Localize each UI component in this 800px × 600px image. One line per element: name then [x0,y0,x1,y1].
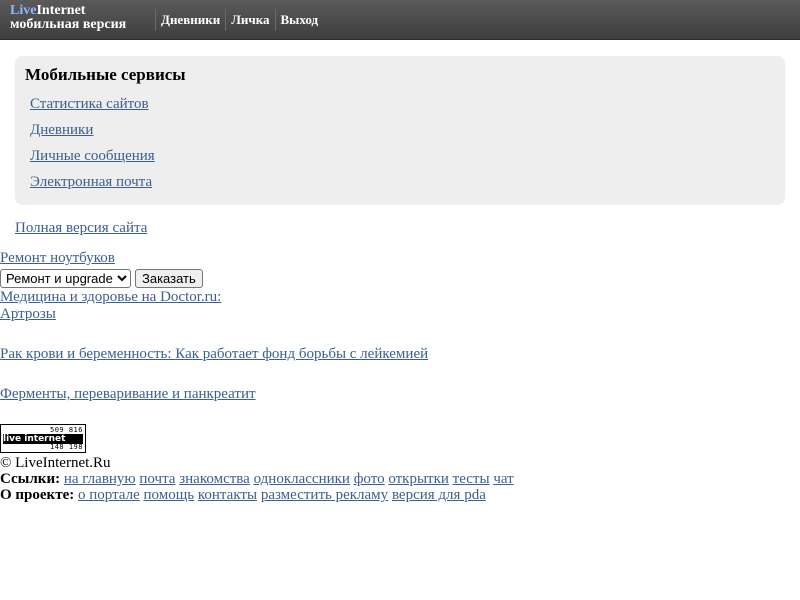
about-link-pda[interactable]: версия для pda [392,487,486,503]
footer-link-photo[interactable]: фото [354,471,385,487]
logo[interactable]: LiveInternet мобильная версия [10,4,126,32]
copyright: © LiveInternet.Ru [0,455,111,471]
order-button[interactable]: Заказать [135,269,203,288]
footer-about-label: О проекте: [0,487,75,503]
footer-link-dating[interactable]: знакомства [179,471,250,487]
about-link-portal[interactable]: о портале [78,487,140,503]
footer-link-chat[interactable]: чат [493,471,513,487]
service-site-stats[interactable]: Статистика сайтов [30,91,775,117]
service-diaries[interactable]: Дневники [30,117,775,143]
service-email[interactable]: Электронная почта [30,169,775,195]
footer-link-cards[interactable]: открытки [388,471,449,487]
about-link-contacts[interactable]: контакты [198,487,257,503]
arthrosis-link[interactable]: Артрозы [0,306,800,323]
doctor-link[interactable]: Медицина и здоровье на Doctor.ru: [0,289,800,306]
article-link-enzymes[interactable]: Ферменты, переваривание и панкреатит [0,386,800,403]
order-form: Ремонт и upgrade Заказать [0,268,800,289]
services-panel: Мобильные сервисы Статистика сайтов Днев… [15,56,785,205]
logo-live: Live [10,3,37,18]
full-version-link[interactable]: Полная версия сайта [15,219,147,237]
footer-link-tests[interactable]: тесты [453,471,490,487]
nav-logout[interactable]: Выход [274,8,324,31]
service-private-messages[interactable]: Личные сообщения [30,143,775,169]
footer: © LiveInternet.Ru Ссылки: на главную поч… [0,455,514,503]
footer-links-label: Ссылки: [0,471,61,487]
about-link-help[interactable]: помощь [144,487,195,503]
footer-links-row: Ссылки: на главную почта знакомства одно… [0,471,514,487]
ad-block: Ремонт ноутбуков Ремонт и upgrade Заказа… [0,250,800,403]
about-link-advertise[interactable]: разместить рекламу [261,487,388,503]
nav-diaries[interactable]: Дневники [155,8,225,31]
footer-link-mail[interactable]: почта [139,471,175,487]
article-link-leukemia[interactable]: Рак крови и беременность: Как работает ф… [0,346,800,363]
nav-messages[interactable]: Личка [225,8,274,31]
top-bar: LiveInternet мобильная версия Дневники Л… [0,0,800,40]
top-nav: Дневники Личка Выход [155,0,323,39]
repair-type-select[interactable]: Ремонт и upgrade [0,269,131,288]
laptop-repair-link[interactable]: Ремонт ноутбуков [0,250,800,267]
footer-link-classmates[interactable]: одноклассники [254,471,350,487]
footer-about-row: О проекте: о портале помощь контакты раз… [0,487,514,503]
counter-top-value: 509 816 [49,426,83,434]
counter-bottom-value: 148 198 [49,443,83,451]
logo-subtitle: мобильная версия [10,17,127,32]
logo-internet: Internet [36,3,86,18]
services-title: Мобильные сервисы [25,65,186,84]
footer-link-home[interactable]: на главную [64,471,136,487]
liveinternet-counter[interactable]: 509 816 live internet 148 198 [0,424,86,453]
